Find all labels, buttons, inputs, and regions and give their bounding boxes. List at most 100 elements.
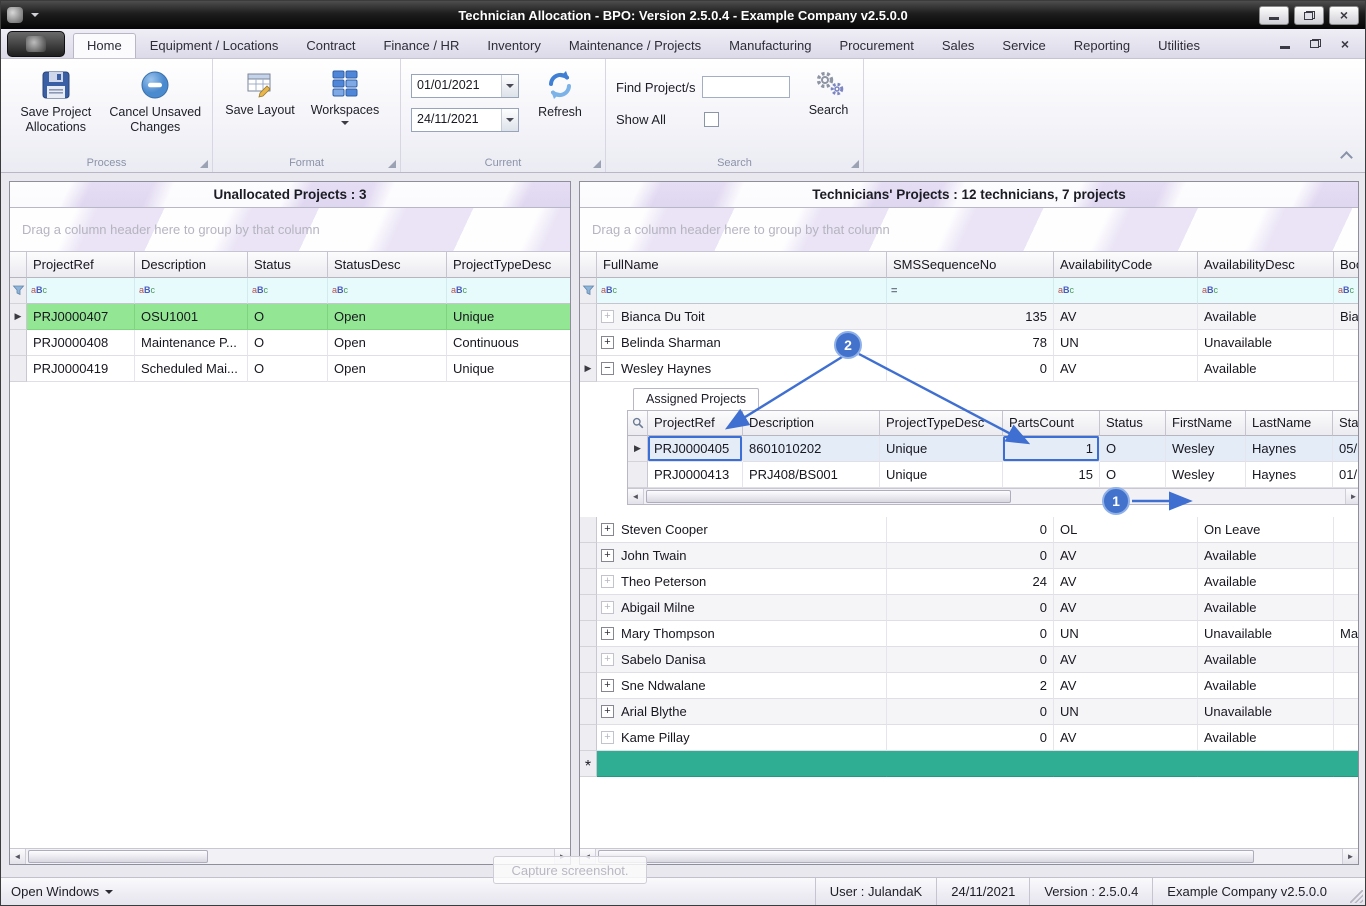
text-filter-icon[interactable]: aBc (332, 286, 348, 295)
filter-cell[interactable]: aBc (27, 278, 135, 304)
left-hscrollbar[interactable]: ◄ ► (10, 848, 570, 864)
resize-grip[interactable] (1350, 890, 1363, 903)
cell[interactable]: PRJ0000419 (27, 356, 135, 382)
cell[interactable]: Continuous (447, 330, 570, 356)
scroll-left-icon[interactable]: ◄ (628, 489, 644, 504)
app-menu-button[interactable] (7, 31, 65, 57)
column-header-lastname[interactable]: LastName (1246, 411, 1333, 436)
column-header-sta[interactable]: Sta (1333, 411, 1358, 436)
cell[interactable]: Ma (1334, 621, 1358, 647)
text-filter-icon[interactable]: aBc (252, 286, 268, 295)
cell[interactable]: Unavailable (1198, 330, 1334, 356)
cell[interactable]: Open (328, 304, 447, 330)
cell[interactable]: 0 (887, 517, 1054, 543)
cell[interactable] (1334, 699, 1358, 725)
text-filter-icon[interactable]: aBc (601, 286, 617, 295)
cell[interactable]: + Arial Blythe (597, 699, 887, 725)
cell[interactable]: Unique (880, 436, 1003, 462)
date-to-picker[interactable]: 24/11/2021 (411, 108, 519, 132)
column-header-smssequenceno[interactable]: SMSSequenceNo (887, 252, 1054, 278)
cell[interactable]: 0 (887, 543, 1054, 569)
filter-cell[interactable]: = (887, 278, 1054, 304)
cell[interactable]: AV (1054, 647, 1198, 673)
column-header-statusdesc[interactable]: StatusDesc (328, 252, 447, 278)
cell[interactable]: 78 (887, 330, 1054, 356)
cell[interactable]: 01/ (1333, 462, 1358, 488)
text-filter-icon[interactable]: aBc (1338, 286, 1354, 295)
cell[interactable]: + Kame Pillay (597, 725, 887, 751)
cell[interactable] (1334, 517, 1358, 543)
dialog-launcher-icon[interactable] (593, 160, 601, 168)
cell[interactable]: 8601010202 (743, 436, 880, 462)
cell[interactable]: Available (1198, 673, 1334, 699)
cell[interactable]: 2 (887, 673, 1054, 699)
mdi-restore-button[interactable] (1307, 36, 1323, 52)
scroll-right-icon[interactable]: ► (1342, 849, 1358, 864)
dialog-launcher-icon[interactable] (200, 160, 208, 168)
date-from-picker[interactable]: 01/01/2021 (411, 74, 519, 98)
quick-access-chevron-icon[interactable] (31, 13, 39, 21)
right-hscrollbar[interactable]: ◄ ► (580, 848, 1358, 864)
filter-edit-icon[interactable] (582, 284, 595, 297)
expand-icon[interactable]: + (601, 653, 614, 666)
expand-icon[interactable]: + (601, 310, 614, 323)
cell[interactable]: + Sabelo Danisa (597, 647, 887, 673)
date-to-dropdown[interactable] (501, 109, 518, 131)
expand-icon[interactable]: + (601, 575, 614, 588)
text-filter-icon[interactable]: aBc (31, 286, 47, 295)
dialog-launcher-icon[interactable] (388, 160, 396, 168)
filter-cell[interactable]: aBc (135, 278, 248, 304)
tab-maintenance-projects[interactable]: Maintenance / Projects (555, 33, 715, 58)
new-row[interactable]: * (580, 751, 1358, 777)
cell[interactable]: 0 (887, 595, 1054, 621)
equals-filter-icon[interactable]: = (891, 285, 897, 297)
cell[interactable]: Maintenance P... (135, 330, 248, 356)
cell[interactable] (1334, 725, 1358, 751)
tab-home[interactable]: Home (73, 33, 136, 58)
column-header-projecttypedesc[interactable]: ProjectTypeDesc (447, 252, 570, 278)
column-header-description[interactable]: Description (743, 411, 880, 436)
cell[interactable]: 0 (887, 725, 1054, 751)
cell[interactable]: − Wesley Haynes (597, 356, 887, 382)
cell[interactable]: 0 (887, 621, 1054, 647)
filter-cell[interactable]: aBc (1054, 278, 1198, 304)
cell[interactable]: AV (1054, 569, 1198, 595)
cell[interactable]: 135 (887, 304, 1054, 330)
cell[interactable]: Wesley (1166, 462, 1246, 488)
save-project-allocations-button[interactable]: Save Project Allocations (7, 64, 105, 135)
cell[interactable]: PRJ0000407 (27, 304, 135, 330)
cell[interactable]: Available (1198, 595, 1334, 621)
cell[interactable]: + Steven Cooper (597, 517, 887, 543)
cell[interactable]: Open (328, 330, 447, 356)
cell[interactable]: Bia (1334, 304, 1358, 330)
cancel-unsaved-changes-button[interactable]: Cancel Unsaved Changes (105, 64, 206, 135)
cell[interactable]: 0 (887, 647, 1054, 673)
cell[interactable]: Available (1198, 543, 1334, 569)
cell[interactable]: 24 (887, 569, 1054, 595)
cell[interactable]: PRJ0000405 (648, 436, 743, 462)
expand-icon[interactable]: + (601, 601, 614, 614)
expand-icon[interactable]: + (601, 523, 614, 536)
cell[interactable]: Unique (880, 462, 1003, 488)
filter-cell[interactable]: aBc (1334, 278, 1358, 304)
column-header-partscount[interactable]: PartsCount (1003, 411, 1100, 436)
detail-hscrollbar[interactable]: ◄ ► (628, 488, 1358, 504)
filter-cell[interactable]: aBc (447, 278, 570, 304)
cell[interactable]: Scheduled Mai... (135, 356, 248, 382)
column-header-fullname[interactable]: FullName (597, 252, 887, 278)
expand-icon[interactable]: + (601, 679, 614, 692)
cell[interactable]: UN (1054, 699, 1198, 725)
column-header-boo[interactable]: Boo (1334, 252, 1358, 278)
collapse-icon[interactable]: − (601, 362, 614, 375)
workspaces-button[interactable]: Workspaces (301, 64, 389, 129)
cell[interactable]: Available (1198, 647, 1334, 673)
date-from-dropdown[interactable] (501, 75, 518, 97)
cell[interactable]: OSU1001 (135, 304, 248, 330)
cell[interactable]: + Theo Peterson (597, 569, 887, 595)
column-header-firstname[interactable]: FirstName (1166, 411, 1246, 436)
cell[interactable] (1334, 330, 1358, 356)
close-button[interactable]: × (1329, 5, 1359, 25)
tab-utilities[interactable]: Utilities (1144, 33, 1214, 58)
scroll-thumb[interactable] (598, 850, 1255, 863)
column-header-availabilitycode[interactable]: AvailabilityCode (1054, 252, 1198, 278)
